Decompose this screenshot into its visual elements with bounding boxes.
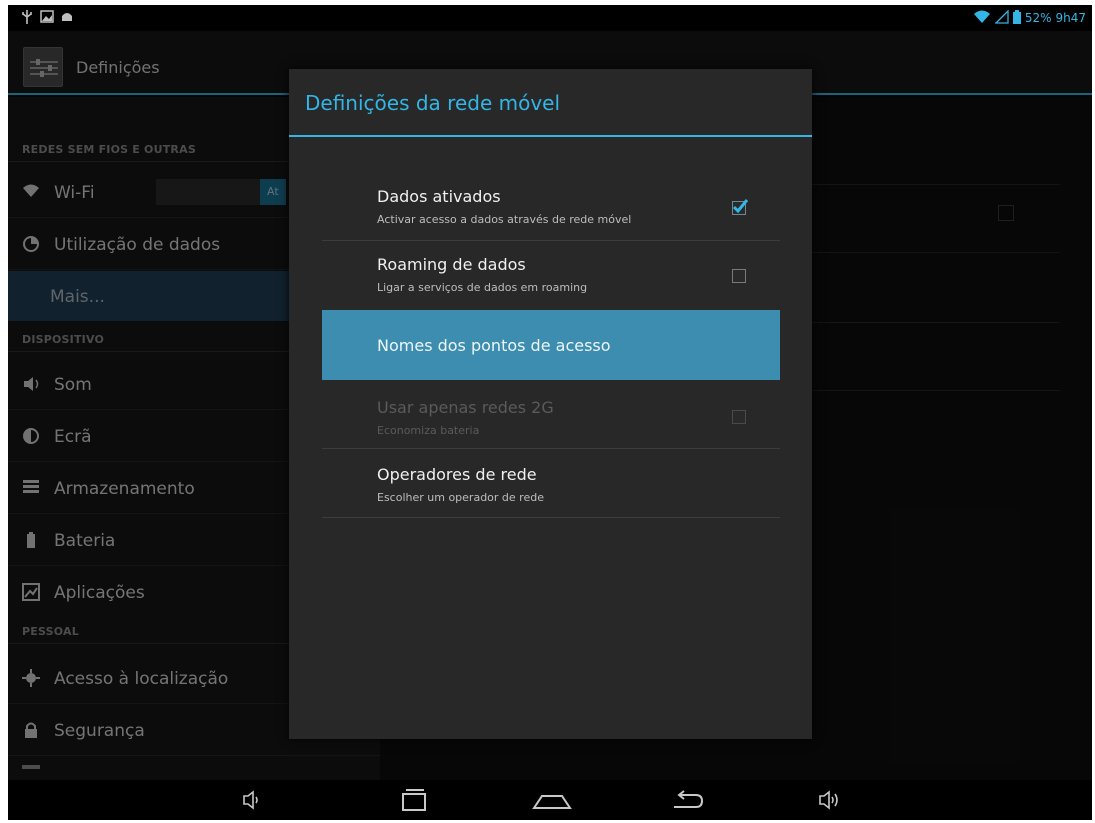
pref-use-2g-only: Usar apenas redes 2G Economiza bateria	[322, 382, 780, 450]
status-bar: 52% 9h47	[8, 5, 1092, 31]
pref-title: Usar apenas redes 2G	[377, 398, 554, 417]
battery-percentage: 52%	[1024, 11, 1052, 25]
pref-access-point-names[interactable]: Nomes dos pontos de acesso	[322, 310, 780, 380]
pref-network-operators[interactable]: Operadores de rede Escolher um operador …	[322, 449, 780, 517]
pref-summary: Escolher um operador de rede	[377, 491, 544, 504]
pref-summary: Economiza bateria	[377, 424, 480, 437]
pref-title: Operadores de rede	[377, 465, 537, 484]
dialog-title-divider	[289, 135, 812, 137]
pref-divider	[322, 517, 780, 518]
clock: 9h47	[1055, 11, 1086, 25]
recent-apps-icon[interactable]	[394, 786, 434, 814]
pref-title: Dados ativados	[377, 187, 501, 206]
use-2g-only-checkbox	[732, 410, 746, 424]
wifi-signal-icon	[973, 9, 991, 28]
pref-summary: Ligar a serviços de dados em roaming	[377, 281, 588, 294]
cell-signal-icon	[994, 8, 1009, 28]
data-roaming-checkbox[interactable]	[732, 269, 746, 283]
volume-down-icon[interactable]	[230, 786, 270, 814]
dialog-title: Definições da rede móvel	[305, 91, 561, 115]
status-indicators: 52% 9h47	[973, 8, 1086, 28]
pref-data-enabled[interactable]: Dados ativados Activar acesso a dados at…	[322, 175, 780, 243]
mobile-network-settings-dialog: Definições da rede móvel Dados ativados …	[289, 69, 812, 739]
home-icon[interactable]	[530, 786, 572, 814]
pref-summary: Activar acesso a dados através de rede m…	[377, 213, 632, 226]
pref-title: Nomes dos pontos de acesso	[377, 336, 611, 355]
pref-title: Roaming de dados	[377, 255, 526, 274]
battery-icon	[1012, 9, 1021, 28]
volume-up-icon[interactable]	[808, 786, 848, 814]
android-debug-icon	[60, 10, 74, 24]
back-icon[interactable]	[668, 786, 708, 814]
tablet-screen: 52% 9h47 Definições REDES SEM FIOS E OUT…	[8, 5, 1092, 820]
pref-data-roaming[interactable]: Roaming de dados Ligar a serviços de dad…	[322, 241, 780, 309]
usb-icon	[22, 10, 32, 24]
navigation-bar	[8, 780, 1092, 820]
data-enabled-checkbox[interactable]	[732, 199, 749, 215]
image-notification-icon	[40, 10, 54, 24]
